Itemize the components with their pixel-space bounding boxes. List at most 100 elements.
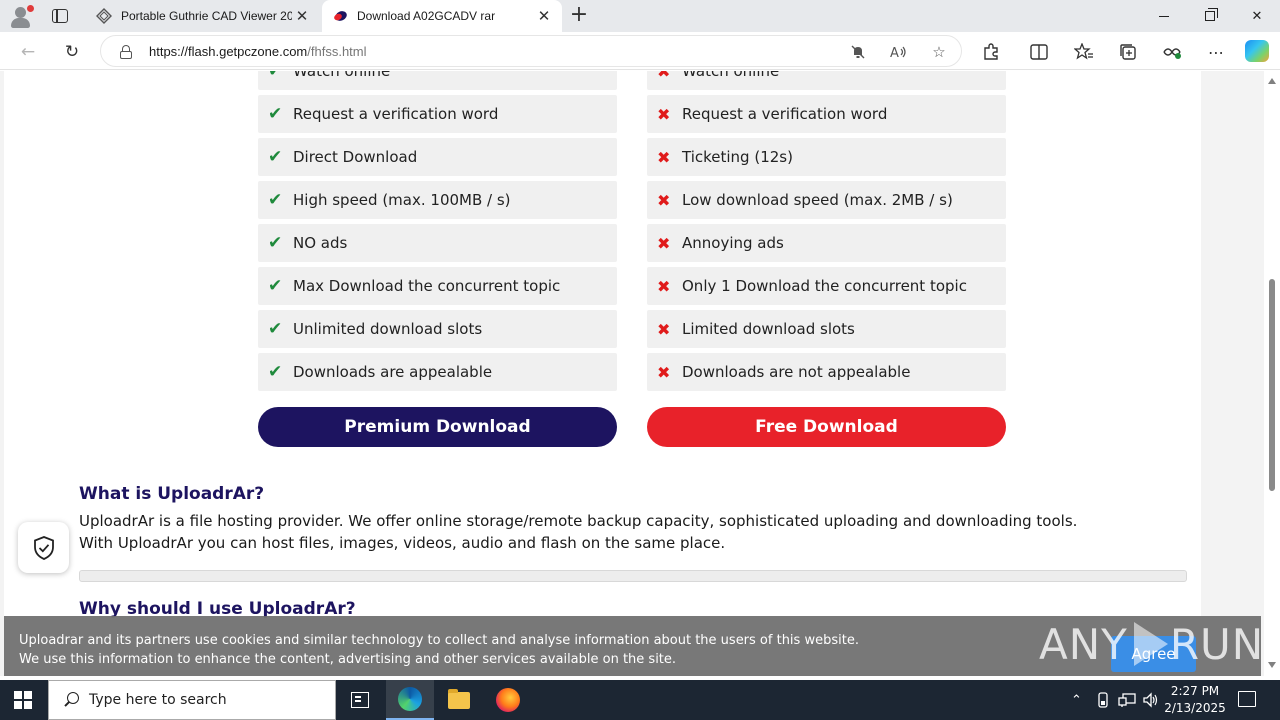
checkmark-icon: ✔ <box>268 190 283 210</box>
page-scrollbar[interactable] <box>1264 71 1280 676</box>
reload-icon[interactable]: ↻ <box>59 39 85 65</box>
free-feature-row: ✖ Request a verification word <box>647 95 1006 133</box>
free-feature-row: ✖ Limited download slots <box>647 310 1006 348</box>
feature-label: Downloads are appealable <box>293 363 493 381</box>
tab-close-icon[interactable]: ✕ <box>292 6 312 26</box>
cross-icon: ✖ <box>657 71 671 81</box>
edge-taskbar-button[interactable] <box>386 680 434 720</box>
premium-feature-row: ✔ Direct Download <box>258 138 617 176</box>
favorites-icon[interactable] <box>1073 41 1095 63</box>
close-window-icon[interactable]: ✕ <box>1234 0 1280 32</box>
free-download-button[interactable]: Free Download <box>647 407 1006 447</box>
windows-start-icon[interactable] <box>14 691 32 709</box>
address-bar[interactable]: https://flash.getpczone.com/fhfss.html A… <box>100 35 962 67</box>
network-icon[interactable] <box>1118 680 1136 720</box>
about-paragraph-line-2: With UploadrAr you can host files, image… <box>79 534 726 552</box>
feature-label: Direct Download <box>293 148 418 166</box>
split-screen-icon[interactable] <box>1028 41 1050 63</box>
windows-taskbar: Type here to search ⌃ 2:27 PM 2/13/2025 <box>0 680 1280 720</box>
premium-feature-row: ✔ Unlimited download slots <box>258 310 617 348</box>
premium-feature-row: ✔ Max Download the concurrent topic <box>258 267 617 305</box>
file-explorer-taskbar-button[interactable] <box>435 680 483 720</box>
premium-feature-row: ✔ Request a verification word <box>258 95 617 133</box>
restore-icon[interactable] <box>1187 0 1233 32</box>
tab-download-a02gcadv[interactable]: Download A02GCADV rar ✕ <box>322 0 562 32</box>
cross-icon: ✖ <box>657 233 671 253</box>
svg-text:A: A <box>890 46 899 59</box>
scroll-up-icon[interactable] <box>1268 78 1276 84</box>
checkmark-icon: ✔ <box>268 276 283 296</box>
cookie-text-line-1: Uploadrar and its partners use cookies a… <box>19 633 859 648</box>
page-viewport: ✔ Watch online ✔ Request a verification wor… <box>0 71 1280 676</box>
favorite-star-icon[interactable]: ☆ <box>929 43 949 61</box>
tab-actions-icon[interactable] <box>50 6 70 26</box>
device-tray-icon[interactable] <box>1096 680 1110 720</box>
edge-icon <box>398 687 422 711</box>
cookie-text-line-2: We use this information to enhance the c… <box>19 652 677 667</box>
feature-label: Limited download slots <box>682 320 855 338</box>
tab-title: Download A02GCADV rar <box>357 9 496 23</box>
tab-close-icon[interactable]: ✕ <box>534 6 554 26</box>
checkmark-icon: ✔ <box>268 147 283 167</box>
free-feature-row: ✖ Only 1 Download the concurrent topic <box>647 267 1006 305</box>
checkmark-icon: ✔ <box>268 233 283 253</box>
volume-icon[interactable] <box>1142 680 1160 720</box>
scrollbar-thumb[interactable] <box>1269 279 1275 491</box>
about-paragraph-line-1: UploadrAr is a file hosting provider. We… <box>79 512 1078 530</box>
feature-label: NO ads <box>293 234 348 252</box>
cookie-banner: Uploadrar and its partners use cookies a… <box>4 616 1263 676</box>
read-aloud-icon[interactable]: A <box>889 43 909 61</box>
scroll-down-icon[interactable] <box>1268 662 1276 668</box>
feature-label: Request a verification word <box>293 105 499 123</box>
notification-center-icon[interactable] <box>1238 691 1256 707</box>
clock-date: 2/13/2025 <box>1164 701 1226 715</box>
cross-icon: ✖ <box>657 147 671 167</box>
feature-label: Low download speed (max. 2MB / s) <box>682 191 953 209</box>
copilot-icon[interactable] <box>1245 40 1269 62</box>
feature-label: Max Download the concurrent topic <box>293 277 561 295</box>
diamond-favicon-icon <box>96 8 112 24</box>
what-is-heading: What is UploadrAr? <box>79 484 265 504</box>
play-logo-icon <box>1133 622 1168 666</box>
feature-label: Only 1 Download the concurrent topic <box>682 277 967 295</box>
premium-feature-row: ✔ Watch online <box>258 71 617 90</box>
cross-icon: ✖ <box>657 276 671 296</box>
checkmark-icon: ✔ <box>268 104 283 124</box>
minimize-icon[interactable] <box>1141 0 1187 32</box>
notifications-blocked-icon[interactable] <box>848 43 868 61</box>
premium-download-button[interactable]: Premium Download <box>258 407 617 447</box>
feature-label: High speed (max. 100MB / s) <box>293 191 511 209</box>
collections-icon[interactable] <box>1117 41 1139 63</box>
cross-icon: ✖ <box>657 362 671 382</box>
lock-icon[interactable] <box>119 45 133 59</box>
premium-feature-row: ✔ Downloads are appealable <box>258 353 617 391</box>
feature-label: Ticketing (12s) <box>682 148 793 166</box>
extensions-icon[interactable] <box>980 41 1002 63</box>
search-placeholder: Type here to search <box>89 692 227 708</box>
feature-label: Watch online <box>293 71 391 80</box>
taskbar-search-box[interactable]: Type here to search <box>48 680 336 720</box>
premium-feature-row: ✔ High speed (max. 100MB / s) <box>258 181 617 219</box>
back-icon[interactable]: ← <box>15 39 41 65</box>
feature-label: Annoying ads <box>682 234 784 252</box>
folder-icon <box>448 688 470 709</box>
firefox-taskbar-button[interactable] <box>484 680 532 720</box>
navigation-bar: ← ↻ https://flash.getpczone.com/fhfss.ht… <box>0 32 1280 70</box>
show-hidden-icons-icon[interactable]: ⌃ <box>1071 680 1082 720</box>
clock-time: 2:27 PM <box>1170 684 1220 698</box>
section-divider <box>79 570 1187 582</box>
tab-guthrie-cad[interactable]: Portable Guthrie CAD Viewer 202 ✕ <box>86 0 320 32</box>
task-view-button[interactable] <box>336 680 384 720</box>
browser-essentials-icon[interactable] <box>1161 41 1183 63</box>
tab-strip: Portable Guthrie CAD Viewer 202 ✕ Downlo… <box>0 0 1280 32</box>
profile-avatar-icon[interactable] <box>8 4 34 28</box>
cross-icon: ✖ <box>657 104 671 124</box>
privacy-shield-icon[interactable] <box>18 522 69 573</box>
url-text[interactable]: https://flash.getpczone.com/fhfss.html <box>149 44 367 59</box>
task-view-icon <box>351 692 369 708</box>
free-feature-row: ✖ Ticketing (12s) <box>647 138 1006 176</box>
feature-label: Unlimited download slots <box>293 320 483 338</box>
new-tab-icon[interactable]: + <box>568 4 590 27</box>
taskbar-clock[interactable]: 2:27 PM 2/13/2025 <box>1162 683 1228 717</box>
more-options-icon[interactable]: ⋯ <box>1205 41 1227 63</box>
